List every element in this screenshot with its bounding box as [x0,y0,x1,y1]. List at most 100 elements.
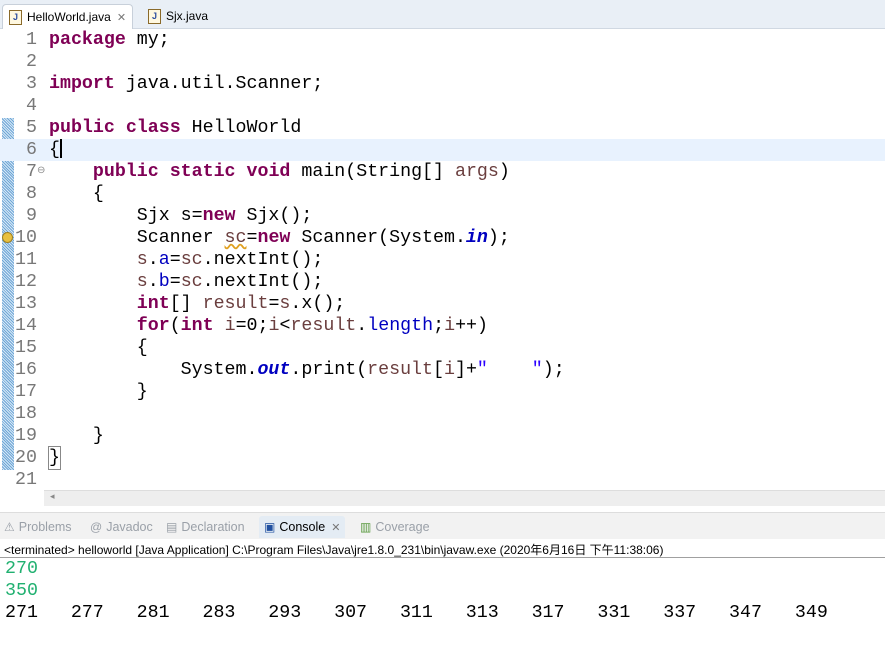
code-token: result [290,316,357,336]
code-line[interactable]: 13 int[] result=s.x(); [0,293,885,315]
code-text: Scanner sc=new Scanner(System.in); [49,227,510,249]
fold-collapse-icon[interactable]: ⊖ [37,165,45,176]
code-line[interactable]: 20} [0,446,885,470]
code-text: public class HelloWorld [49,117,301,139]
code-token: Scanner [49,228,225,248]
close-icon[interactable]: ✕ [117,11,126,24]
code-token: ) [498,162,510,182]
panel-tab-bar: ⚠ Problems @ Javadoc ▤ Declaration ▣ Console… [0,512,885,539]
code-token: Sjx(); [235,206,313,226]
code-token: in [465,228,488,248]
code-line[interactable]: 14 for(int i=0;i<result.length;i++) [0,315,885,337]
close-icon[interactable]: ✕ [331,521,340,534]
code-token: Scanner(System. [290,228,466,248]
code-token: ( [169,316,181,336]
code-token: main(String[] [290,162,455,182]
line-number: 12 [15,272,37,292]
code-token: = [268,294,280,314]
code-token: i [268,316,280,336]
tab-console[interactable]: ▣ Console ✕ [259,516,346,538]
code-token: .print( [290,360,368,380]
code-token: . [356,316,368,336]
code-line[interactable]: 21 [0,469,885,491]
code-text: public static void main(String[] args) [49,161,510,183]
code-line[interactable]: 7 public static void main(String[] args) [0,161,885,183]
code-line[interactable]: 19 } [0,425,885,447]
code-editor[interactable]: 1 package my; 2 3 import java.util.Scanner; 4… [0,29,885,490]
console-output-line: 271 277 281 283 293 307 311 313 317 331 … [5,603,828,623]
code-line[interactable]: 6{ [0,139,885,161]
line-number: 13 [15,294,37,314]
tab-helloworld-java[interactable]: J HelloWorld.java ✕ [2,4,134,29]
horizontal-scrollbar[interactable]: ◂ [44,490,885,506]
declaration-icon: ▤ [166,520,178,534]
editor-tab-bar: J HelloWorld.java ✕ J Sjx.java [0,0,885,29]
code-line[interactable]: 4 [0,95,885,117]
tab-problems[interactable]: ⚠ Problems [4,516,72,538]
code-line[interactable]: 17 } [0,381,885,403]
code-line[interactable]: 18 [0,403,885,425]
code-token: = [246,228,258,248]
code-line[interactable]: 11 s.a=sc.nextInt(); [0,249,885,271]
code-token: i [444,316,456,336]
line-number: 21 [15,470,37,490]
line-number: 11 [15,250,37,270]
code-token: sc [224,228,247,248]
code-token: ++) [455,316,488,336]
code-token: System. [49,360,258,380]
code-token: { [49,140,60,160]
code-token: HelloWorld [180,118,302,138]
tab-javadoc[interactable]: @ Javadoc [90,516,153,538]
console-input-line: 350 [5,581,38,601]
tab-coverage[interactable]: ▥ Coverage [360,516,430,538]
line-number: 18 [15,404,37,424]
tab-label: Javadoc [106,520,153,534]
code-text: for(int i=0;i<result.length;i++) [49,315,488,337]
code-token: class [125,118,181,138]
code-token: } [49,382,148,402]
code-text: System.out.print(result[i]+" "); [49,359,565,381]
code-token: ); [542,360,565,380]
code-token: s [279,294,291,314]
at-icon: @ [90,520,103,534]
warning-icon[interactable] [2,232,13,243]
code-token: length [367,316,434,336]
code-line[interactable]: 12 s.b=sc.nextInt(); [0,271,885,293]
code-text: package my; [49,29,170,51]
divider [0,557,885,558]
code-line[interactable]: 9 Sjx s=new Sjx(); [0,205,885,227]
line-number: 9 [26,206,37,226]
tab-sjx-java[interactable]: J Sjx.java [142,4,214,28]
code-token: sc [180,250,203,270]
code-line[interactable]: 5 public class HelloWorld [0,117,885,139]
scroll-left-icon[interactable]: ◂ [50,491,55,502]
code-text: Sjx s=new Sjx(); [49,205,313,227]
code-text: { [49,183,104,205]
code-text: } [48,446,61,470]
line-number: 1 [26,30,37,50]
tab-label: Console [279,520,326,534]
code-token: i [224,316,236,336]
code-token: static [169,162,236,182]
line-number: 20 [15,448,37,468]
code-line[interactable]: 15 { [0,337,885,359]
code-text: import java.util.Scanner; [49,73,323,95]
code-line[interactable]: 10 Scanner sc=new Scanner(System.in); [0,227,885,249]
code-text: { [49,337,148,359]
code-token: args [454,162,499,182]
code-line[interactable]: 2 [0,51,885,73]
code-token: .nextInt(); [202,272,324,292]
code-line[interactable]: 3 import java.util.Scanner; [0,73,885,95]
code-line[interactable]: 8 { [0,183,885,205]
code-line[interactable]: 1 package my; [0,29,885,51]
tab-label: Coverage [375,520,430,534]
tab-declaration[interactable]: ▤ Declaration [166,516,245,538]
code-line[interactable]: 16 System.out.print(result[i]+" "); [0,359,885,381]
line-number: 10 [15,228,37,248]
line-number: 17 [15,382,37,402]
